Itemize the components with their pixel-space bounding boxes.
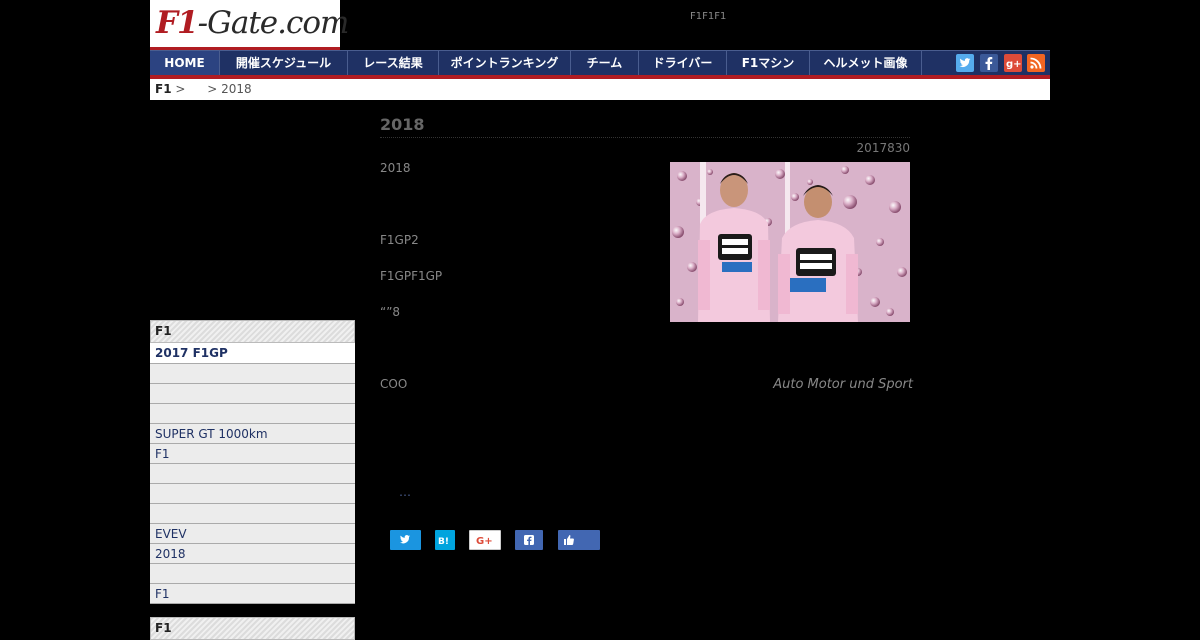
read-more-link[interactable]: … <box>399 485 412 499</box>
article-paragraph: F1GP2 <box>380 233 419 247</box>
article-paragraph: F1GPF1GP <box>380 269 443 283</box>
nav-driver[interactable]: ドライバー <box>639 51 727 76</box>
breadcrumb-current: > 2018 <box>207 82 252 96</box>
article-paragraph: COO <box>380 377 408 391</box>
sidebar-section-title: F1 <box>150 617 355 640</box>
page: F1-Gate.com F1F1F1 HOME 開催スケジュール レース結果 ポ… <box>150 0 1050 640</box>
sidebar-item[interactable]: F1 <box>150 584 355 604</box>
sidebar-item[interactable] <box>150 364 355 384</box>
nav-team[interactable]: チーム <box>571 51 639 76</box>
sidebar-item[interactable]: F1 <box>150 444 355 464</box>
driver-photo-image <box>670 162 910 322</box>
sidebar-item[interactable]: EVEV <box>150 524 355 544</box>
logo-rest: -Gate.com <box>197 5 350 41</box>
sidebar-item[interactable] <box>150 404 355 424</box>
google-plus-label: G+ <box>476 536 493 547</box>
breadcrumb-home[interactable]: F1 <box>155 82 172 96</box>
hatena-label: B! <box>438 537 449 547</box>
sidebar-item[interactable] <box>150 464 355 484</box>
facebook-icon[interactable] <box>980 54 998 72</box>
facebook-share-icon[interactable] <box>515 530 543 550</box>
like-icon[interactable] <box>558 530 600 550</box>
sidebar-section-title: F1 <box>150 320 355 343</box>
nav-results[interactable]: レース結果 <box>348 51 439 76</box>
nav-helmet[interactable]: ヘルメット画像 <box>810 51 922 76</box>
nav-home[interactable]: HOME <box>150 51 220 76</box>
twitter-share-icon[interactable] <box>390 530 421 550</box>
sidebar-section-2: F1 <box>150 617 355 640</box>
sidebar-item[interactable]: 2018 <box>150 544 355 564</box>
hatena-bookmark-icon[interactable]: B! <box>435 530 455 550</box>
rss-icon[interactable] <box>1027 54 1045 72</box>
breadcrumb-separator: > <box>175 82 186 96</box>
main-nav: HOME 開催スケジュール レース結果 ポイントランキング チーム ドライバー … <box>150 50 1050 76</box>
article-date: 2017830 <box>856 141 910 155</box>
article-title: 2018 <box>380 115 910 138</box>
sidebar-item[interactable] <box>150 384 355 404</box>
sidebar-item[interactable]: SUPER GT 1000km <box>150 424 355 444</box>
svg-text:g+: g+ <box>1006 59 1022 70</box>
logo-main: F1 <box>156 5 199 41</box>
nav-schedule[interactable]: 開催スケジュール <box>220 51 348 76</box>
article-paragraph: “”8 <box>380 305 401 319</box>
nav-ranking[interactable]: ポイントランキング <box>439 51 571 76</box>
sidebar-item[interactable] <box>150 564 355 584</box>
site-logo[interactable]: F1-Gate.com <box>150 0 349 50</box>
google-plus-icon[interactable]: g+ <box>1004 54 1022 72</box>
sidebar-item[interactable]: 2017 F1GP <box>150 343 355 364</box>
breadcrumb: F1 > > 2018 <box>150 79 1050 100</box>
site-tagline: F1F1F1 <box>690 11 727 22</box>
sidebar-item[interactable] <box>150 484 355 504</box>
nav-machine[interactable]: F1マシン <box>727 51 810 76</box>
twitter-icon[interactable] <box>956 54 974 72</box>
article-source: Auto Motor und Sport <box>773 377 913 392</box>
sidebar: F1 2017 F1GP SUPER GT 1000km F1 EVEV 201… <box>150 320 355 604</box>
logo-text: F1-Gate.com <box>156 5 350 41</box>
article-paragraph: 2018 <box>380 161 411 175</box>
sidebar-item[interactable] <box>150 504 355 524</box>
google-plus-share-icon[interactable]: G+ <box>469 530 501 550</box>
